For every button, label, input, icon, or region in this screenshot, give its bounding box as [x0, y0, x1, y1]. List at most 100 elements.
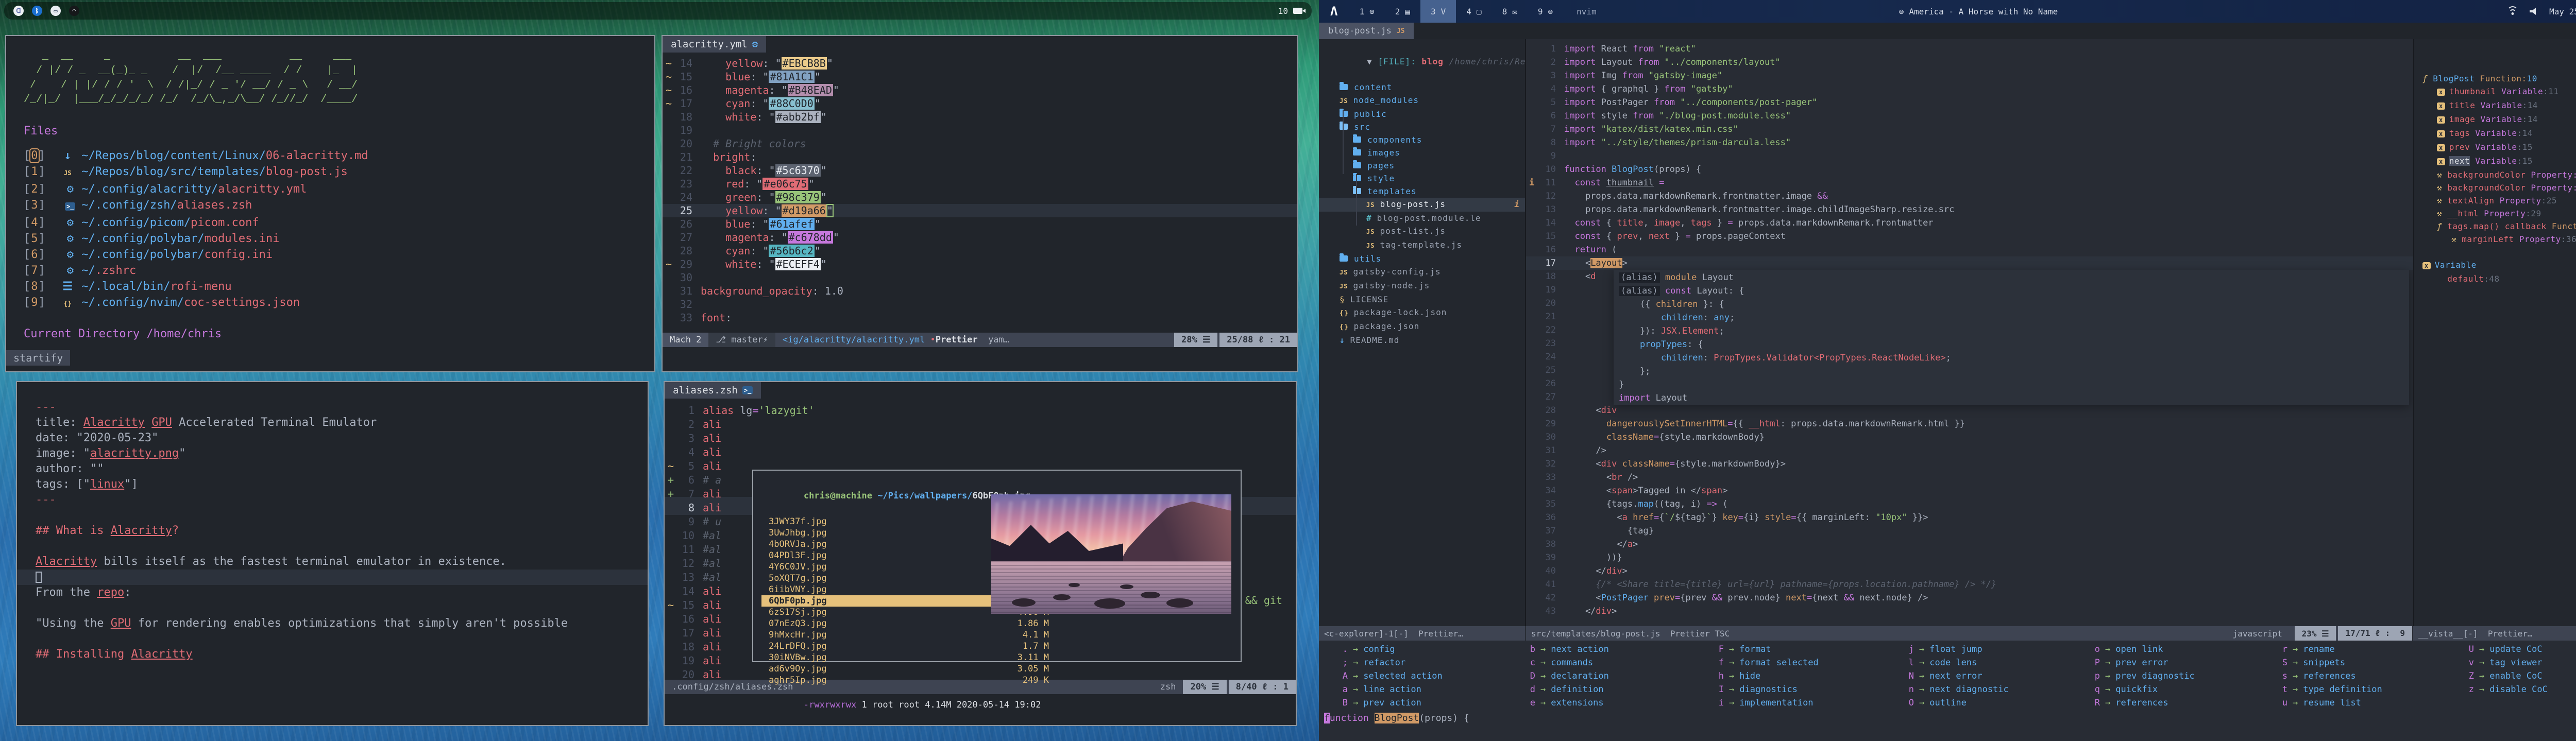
- code-line[interactable]: 12 props.data.markdownRemark.frontmatter…: [1526, 189, 2413, 203]
- bluetooth-icon[interactable]: ᛒ: [32, 6, 42, 16]
- startify-entry[interactable]: [6] ⚙~/.config/polybar/config.ini: [24, 247, 654, 263]
- explorer-item-gatsby-config.js[interactable]: JSgatsby-config.js: [1319, 265, 1525, 279]
- markdown-line[interactable]: [36, 539, 648, 554]
- code-line[interactable]: 8import "../style/themes/prism-darcula.l…: [1526, 136, 2413, 149]
- yml-line[interactable]: 31background_opacity: 1.0: [663, 284, 1297, 298]
- yml-line[interactable]: 30: [663, 271, 1297, 284]
- buffer-tab[interactable]: alacritty.yml⚙: [663, 36, 766, 53]
- yml-line[interactable]: 28 cyan: "#56b6c2": [663, 244, 1297, 257]
- code-line[interactable]: 29 dangerouslySetInnerHTML={{ __html: pr…: [1526, 417, 2413, 430]
- explorer-item-package.json[interactable]: {}package.json: [1319, 320, 1525, 334]
- explorer-item-blog-post.module.le[interactable]: #blog-post.module.le: [1319, 212, 1525, 225]
- aliases-window[interactable]: aliases.zsh>_ 1alias lg='lazygit' 2ali 3…: [664, 381, 1297, 726]
- startify-entry[interactable]: [8] ☰~/.local/bin/rofi-menu: [24, 279, 654, 295]
- zsh-line[interactable]: 2ali: [665, 418, 1296, 432]
- code-line[interactable]: 31 />: [1526, 444, 2413, 457]
- vista-symbol[interactable]: ⚒ backgroundColor Property:: [2414, 168, 2576, 181]
- yml-line[interactable]: 21 bright:: [663, 150, 1297, 164]
- code-line[interactable]: 3import Img from "gatsby-image": [1526, 69, 2413, 82]
- volume-icon[interactable]: [2530, 8, 2538, 15]
- code-line[interactable]: 34 <span>Tagged in </span>: [1526, 484, 2413, 497]
- code-line[interactable]: 13 props.data.markdownRemark.frontmatter…: [1526, 203, 2413, 216]
- whichkey-binding[interactable]: s→references: [2274, 669, 2382, 683]
- vista-symbol[interactable]: ⚒ backgroundColor Property:: [2414, 181, 2576, 194]
- markdown-line[interactable]: title: Alacritty GPU Accelerated Termina…: [36, 415, 648, 430]
- whichkey-binding[interactable]: l→code lens: [1901, 656, 2009, 669]
- whichkey-binding[interactable]: t→type definition: [2274, 683, 2382, 696]
- markdown-line[interactable]: [36, 508, 648, 523]
- explorer-item-components[interactable]: components: [1319, 133, 1525, 146]
- vista-symbol[interactable]: ƒ BlogPost Function:10: [2414, 72, 2576, 85]
- whichkey-binding[interactable]: F→format: [1710, 643, 1819, 656]
- explorer-item-gatsby-node.js[interactable]: JSgatsby-node.js: [1319, 279, 1525, 293]
- workspace-chat[interactable]: 8 ✉: [1492, 0, 1528, 23]
- vista-symbol[interactable]: ƒ tags.map() callback Functi: [2414, 220, 2576, 233]
- zsh-line[interactable]: 4ali: [665, 445, 1296, 459]
- markdown-line[interactable]: date: "2020-05-23": [36, 430, 648, 446]
- yml-line[interactable]: 25 yellow: "#d19a66": [663, 204, 1297, 217]
- yml-line[interactable]: 24 green: "#98c379": [663, 191, 1297, 204]
- whichkey-binding[interactable]: B→prev action: [1334, 696, 1443, 710]
- yml-buffer[interactable]: ~14 yellow: "#EBCB8B"~15 blue: "#81A1C1"…: [663, 57, 1297, 324]
- explorer-item-LICENSE[interactable]: §LICENSE: [1319, 293, 1525, 306]
- tab-blog-post[interactable]: blog-post.jsJS: [1319, 23, 1414, 39]
- markdown-line[interactable]: Alacritty bills itself as the fastest te…: [36, 554, 648, 570]
- yml-line[interactable]: ~29 white: "#ECEFF4": [663, 257, 1297, 271]
- whichkey-binding[interactable]: e→extensions: [1522, 696, 1609, 710]
- code-line[interactable]: 16 return (: [1526, 243, 2413, 256]
- picker-file-row[interactable]: 30iNVBw.jpg3.11 M: [761, 652, 1056, 663]
- workspace-spotify[interactable]: 9 ⊜: [1528, 0, 1563, 23]
- yml-line[interactable]: 26 blue: "#61afef": [663, 217, 1297, 231]
- whichkey-binding[interactable]: j→float jump: [1901, 643, 2009, 656]
- startify-entry[interactable]: [4] ⚙~/.config/picom/picom.conf: [24, 215, 654, 231]
- workspace-globe[interactable]: 1 ⊕: [1349, 0, 1384, 23]
- workspace-vim[interactable]: 3 V: [1420, 0, 1456, 23]
- yml-line[interactable]: 27 magenta: "#c678dd": [663, 231, 1297, 244]
- code-line[interactable]: 42 <PostPager prev={prev && prev.node} n…: [1526, 591, 2413, 605]
- code-line[interactable]: 9: [1526, 149, 2413, 163]
- code-line[interactable]: 6import style from "./blog-post.module.l…: [1526, 109, 2413, 123]
- vista-symbol[interactable]: xnext Variable:15: [2414, 154, 2576, 168]
- whichkey-binding[interactable]: D→declaration: [1522, 669, 1609, 683]
- vista-symbol[interactable]: xtags Variable:14: [2414, 127, 2576, 141]
- whichkey-binding[interactable]: i→implementation: [1710, 696, 1819, 710]
- whichkey-binding[interactable]: p→prev diagnostic: [2087, 669, 2195, 683]
- code-line[interactable]: 10function BlogPost(props) {: [1526, 163, 2413, 176]
- code-line[interactable]: 28 <div: [1526, 404, 2413, 417]
- whichkey-binding[interactable]: v→tag viewer: [2461, 656, 2548, 669]
- explorer-item-blog-post.js[interactable]: JSblog-post.jsi: [1319, 198, 1525, 212]
- arch-logo-icon[interactable]: Λ: [1319, 4, 1349, 19]
- markdown-line[interactable]: image: "alacritty.png": [36, 446, 648, 461]
- vista-symbol[interactable]: ⚒ textAlign Property:25: [2414, 194, 2576, 207]
- vista-symbol[interactable]: xVariable: [2414, 259, 2576, 272]
- startify-entry[interactable]: [2] ⚙~/.config/alacritty/alacritty.yml: [24, 181, 654, 197]
- yml-line[interactable]: 33font:: [663, 311, 1297, 324]
- whichkey-binding[interactable]: c→commands: [1522, 656, 1609, 669]
- vista-symbol[interactable]: xthumbnail Variable:11: [2414, 85, 2576, 99]
- code-line[interactable]: 38 </a>: [1526, 538, 2413, 551]
- code-line[interactable]: 37 {tag}: [1526, 524, 2413, 538]
- vista-outline[interactable]: ƒ BlogPost Function:10xthumbnail Variabl…: [2413, 39, 2576, 626]
- explorer-item-README.md[interactable]: ↓README.md: [1319, 334, 1525, 347]
- picker-file-row[interactable]: ad6v9Oy.jpg3.05 M: [761, 663, 1056, 675]
- whichkey-binding[interactable]: Z→enable CoC: [2461, 669, 2548, 683]
- explorer-item-pages[interactable]: pages: [1319, 159, 1525, 172]
- code-line[interactable]: 4import { graphql } from "gatsby": [1526, 82, 2413, 96]
- zsh-line[interactable]: 1alias lg='lazygit': [665, 404, 1296, 418]
- whichkey-binding[interactable]: ;→refactor: [1334, 656, 1443, 669]
- startify-entry[interactable]: [5] ⚙~/.config/polybar/modules.ini: [24, 231, 654, 247]
- whichkey-binding[interactable]: h→hide: [1710, 669, 1819, 683]
- whichkey-binding[interactable]: n→next diagnostic: [1901, 683, 2009, 696]
- whichkey-binding[interactable]: N→next error: [1901, 669, 2009, 683]
- startify-window[interactable]: _ __ _ __ ___ __ ___ / |/ / _ __(_)_ _ /…: [5, 35, 655, 372]
- yml-line[interactable]: 22 black: "#5c6370": [663, 164, 1297, 177]
- whichkey-binding[interactable]: a→line action: [1334, 683, 1443, 696]
- yml-line[interactable]: 20 # Bright colors: [663, 137, 1297, 150]
- explorer-item-content[interactable]: content: [1319, 81, 1525, 94]
- whichkey-binding[interactable]: d→definition: [1522, 683, 1609, 696]
- code-line[interactable]: 30 className={style.markdownBody}: [1526, 430, 2413, 444]
- whichkey-binding[interactable]: I→diagnostics: [1710, 683, 1819, 696]
- yml-line[interactable]: 23 red: "#e06c75": [663, 177, 1297, 191]
- vista-symbol[interactable]: ximage Variable:14: [2414, 113, 2576, 127]
- spotify-module[interactable]: ⊜ America - A Horse with No Name: [1899, 7, 2058, 16]
